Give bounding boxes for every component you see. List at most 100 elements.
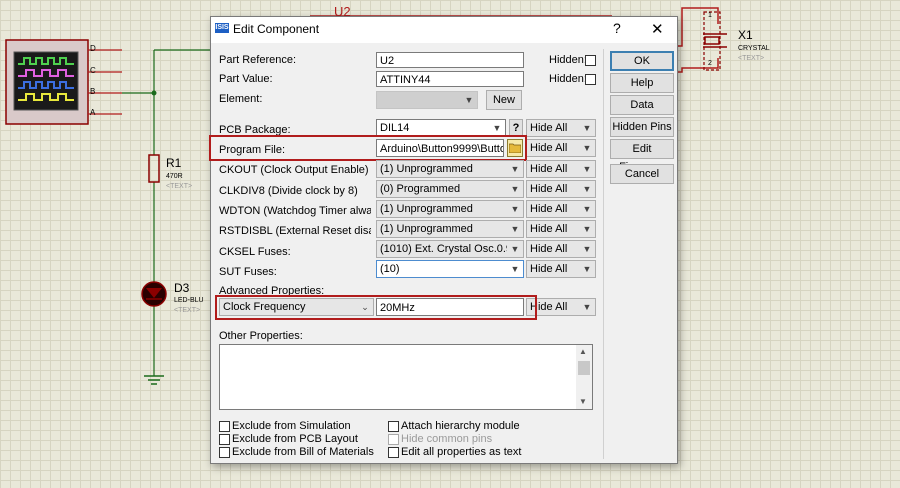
prop-select-wdton[interactable]: (1) Unprogrammed ▼ — [376, 200, 524, 218]
prop-select-ckout[interactable]: (1) Unprogrammed ▼ — [376, 160, 524, 178]
prop-label-cksel: CKSEL Fuses: — [219, 246, 291, 258]
scrollbar-thumb[interactable] — [578, 361, 590, 375]
hidden-pins-button[interactable]: Hidden Pins — [610, 117, 674, 137]
prop-hide-cksel[interactable]: Hide All ▼ — [526, 240, 596, 258]
exclude-pcb-label: Exclude from PCB Layout — [232, 433, 358, 445]
prop-value-sut: (10) — [380, 263, 400, 275]
hidden-reference-checkbox[interactable] — [585, 55, 596, 66]
other-properties-label: Other Properties: — [219, 330, 303, 342]
prop-hide-wdton[interactable]: Hide All ▼ — [526, 200, 596, 218]
part-value-input[interactable]: ATTINY44 — [376, 71, 524, 87]
part-reference-label: Part Reference: — [219, 54, 297, 66]
title-bar[interactable]: ISIS Edit Component ? ✕ — [211, 17, 677, 43]
prop-value-wdton: (1) Unprogrammed — [380, 203, 473, 215]
d3-text: <TEXT> — [174, 307, 201, 314]
edit-as-text-label: Edit all properties as text — [401, 446, 522, 458]
chevron-down-icon: ▼ — [507, 181, 523, 197]
close-icon[interactable]: ✕ — [651, 20, 664, 38]
dialog-title: Edit Component — [233, 22, 320, 36]
help-button[interactable]: Help — [610, 73, 674, 93]
chevron-down-icon: ▼ — [579, 140, 595, 156]
new-button[interactable]: New — [486, 90, 522, 110]
scope-pin-d: D — [90, 44, 96, 53]
element-label: Element: — [219, 93, 263, 105]
exclude-bom-label: Exclude from Bill of Materials — [232, 446, 374, 458]
scroll-up-icon[interactable]: ▲ — [579, 347, 587, 356]
prop-label-sut: SUT Fuses: — [219, 266, 277, 278]
edit-component-dialog: ISIS Edit Component ? ✕ Part Reference: … — [209, 16, 678, 464]
cancel-button[interactable]: Cancel — [610, 164, 674, 184]
prop-select-sut[interactable]: (10) ▼ — [376, 260, 524, 278]
data-button[interactable]: Data — [610, 95, 674, 115]
r1-reference: R1 — [166, 156, 182, 170]
clock-frequency-highlight — [215, 295, 537, 320]
d3-reference: D3 — [174, 281, 190, 295]
scope-pin-b: B — [90, 87, 96, 96]
hidden-label-value: Hidden: — [549, 73, 587, 85]
isis-app-icon: ISIS — [215, 23, 229, 33]
prop-select-cksel[interactable]: (1010) Ext. Crystal Osc.0.9-3.0 MHz▼ — [376, 240, 524, 258]
prop-select-rstdisbl[interactable]: (1) Unprogrammed ▼ — [376, 220, 524, 238]
r1-value: 470R — [166, 173, 183, 180]
chevron-down-icon: ▼ — [507, 161, 523, 177]
x1-value: CRYSTAL — [738, 45, 770, 52]
chevron-down-icon: ▼ — [579, 201, 595, 217]
x1-reference: X1 — [738, 28, 753, 42]
x1-text: <TEXT> — [738, 55, 765, 62]
prop-hide-rstdisbl[interactable]: Hide All ▼ — [526, 220, 596, 238]
chevron-down-icon: ▼ — [507, 241, 523, 257]
chevron-down-icon: ▼ — [579, 181, 595, 197]
hidden-label-reference: Hidden: — [549, 54, 587, 66]
scroll-down-icon[interactable]: ▼ — [579, 397, 587, 406]
prop-label-rstdisbl: RSTDISBL (External Reset disable) — [219, 225, 371, 237]
attach-hierarchy-checkbox[interactable] — [388, 421, 399, 432]
exclude-simulation-checkbox[interactable] — [219, 421, 230, 432]
divider — [603, 49, 604, 459]
part-reference-input[interactable]: U2 — [376, 52, 524, 68]
prop-value-ckout: (1) Unprogrammed — [380, 163, 473, 175]
exclude-pcb-checkbox[interactable] — [219, 434, 230, 445]
part-value-label: Part Value: — [219, 73, 273, 85]
prop-label-clkdiv8: CLKDIV8 (Divide clock by 8) — [219, 185, 358, 197]
chevron-down-icon: ▼ — [579, 261, 595, 277]
resistor-r1 — [148, 154, 160, 183]
chevron-down-icon: ▼ — [579, 241, 595, 257]
scope-pin-a: A — [90, 108, 96, 117]
x1-pin2: 2 — [708, 60, 712, 67]
program-hide-select[interactable]: Hide All ▼ — [526, 139, 596, 157]
chevron-down-icon: ▼ — [579, 299, 595, 315]
r1-text: <TEXT> — [166, 183, 193, 190]
prop-select-clkdiv8[interactable]: (0) Programmed ▼ — [376, 180, 524, 198]
chevron-down-icon: ▼ — [579, 120, 595, 136]
chevron-down-icon: ▼ — [507, 221, 523, 237]
d3-value: LED-BLU — [174, 297, 204, 304]
prop-hide-sut[interactable]: Hide All ▼ — [526, 260, 596, 278]
prop-label-wdton: WDTON (Watchdog Timer always on) — [219, 205, 371, 217]
chevron-down-icon: ▼ — [507, 201, 523, 217]
scrollbar[interactable]: ▲ ▼ — [576, 345, 592, 409]
chevron-down-icon: ▼ — [507, 261, 523, 277]
chevron-down-icon: ▼ — [579, 161, 595, 177]
pcb-package-value: DIL14 — [380, 122, 410, 134]
prop-value-cksel: (1010) Ext. Crystal Osc.0.9-3.0 MHz — [380, 243, 523, 255]
pcb-hide-select[interactable]: Hide All ▼ — [526, 119, 596, 137]
exclude-simulation-label: Exclude from Simulation — [232, 420, 351, 432]
element-select: ▼ — [376, 91, 478, 109]
prop-value-clkdiv8: (0) Programmed — [380, 183, 461, 195]
ok-button[interactable]: OK — [610, 51, 674, 71]
chevron-down-icon: ▼ — [489, 120, 505, 136]
prop-hide-ckout[interactable]: Hide All ▼ — [526, 160, 596, 178]
help-question-icon[interactable]: ? — [613, 20, 621, 36]
chevron-down-icon: ▼ — [461, 92, 477, 108]
exclude-bom-checkbox[interactable] — [219, 447, 230, 458]
program-file-highlight — [209, 135, 527, 161]
hide-common-pins-checkbox — [388, 434, 399, 445]
hidden-value-checkbox[interactable] — [585, 74, 596, 85]
edit-as-text-checkbox[interactable] — [388, 447, 399, 458]
edit-firmware-button[interactable]: Edit Firmware — [610, 139, 674, 173]
prop-hide-clkdiv8[interactable]: Hide All ▼ — [526, 180, 596, 198]
other-properties-textarea[interactable]: ▲ ▼ — [219, 344, 593, 410]
chevron-down-icon: ▼ — [579, 221, 595, 237]
attach-hierarchy-label: Attach hierarchy module — [401, 420, 520, 432]
hide-common-pins-label: Hide common pins — [401, 433, 493, 445]
